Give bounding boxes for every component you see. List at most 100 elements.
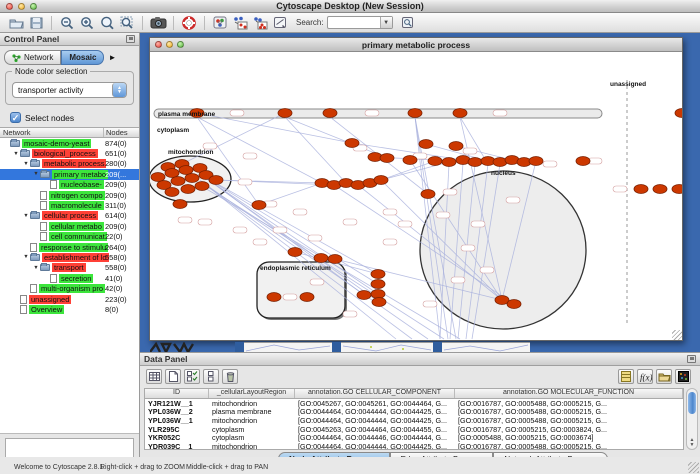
network-node[interactable]: [421, 190, 435, 199]
tree-row[interactable]: ▼transport558(0): [0, 263, 139, 273]
network-node[interactable]: [181, 185, 195, 194]
tree-expander-icon[interactable]: ▼: [22, 254, 30, 260]
select-nodes-checkbox[interactable]: ✓: [10, 112, 21, 123]
annotation-icon[interactable]: [270, 14, 290, 31]
tree-row[interactable]: nucleobase-209(0): [0, 180, 139, 190]
network-node[interactable]: [449, 142, 463, 151]
table-column-header[interactable]: annotation.GO MOLECULAR_FUNCTION: [455, 389, 683, 398]
scrollbar-arrows-icon[interactable]: ▲▼: [687, 438, 697, 448]
network-node[interactable]: [171, 177, 185, 186]
zoom-selected-icon[interactable]: [97, 14, 117, 31]
network-node[interactable]: [408, 109, 422, 118]
tree-expander-icon[interactable]: ▼: [22, 161, 30, 167]
network-edge[interactable]: [205, 177, 378, 274]
network-node[interactable]: [209, 176, 223, 185]
snapshot-camera-icon[interactable]: [148, 14, 168, 31]
network-edge[interactable]: [285, 117, 346, 183]
table-scrollbar-thumb[interactable]: [688, 392, 696, 414]
node-color-dropdown[interactable]: transporter activity ▲▼: [12, 82, 127, 98]
network-node[interactable]: [173, 200, 187, 209]
network-node[interactable]: [442, 158, 456, 167]
network-node[interactable]: [380, 154, 394, 163]
float-data-panel-icon[interactable]: [687, 355, 696, 363]
search-dropdown-arrow-icon[interactable]: ▼: [380, 17, 392, 28]
network-node[interactable]: [328, 255, 342, 264]
network-node[interactable]: [672, 185, 682, 194]
network-edge[interactable]: [285, 117, 387, 158]
network-node[interactable]: [288, 248, 302, 257]
table-row[interactable]: YKR052Ccytoplasm[GO:0044464, GO:0044446,…: [145, 433, 683, 442]
network-node[interactable]: [252, 201, 266, 210]
tree-row[interactable]: ▼primary metabo209(...: [0, 169, 139, 179]
table-row[interactable]: YDR039C__1mitochondrion[GO:0044464, GO:0…: [145, 442, 683, 450]
layout-network-b-icon[interactable]: [250, 14, 270, 31]
network-node[interactable]: [278, 109, 292, 118]
network-node[interactable]: [653, 185, 667, 194]
tree-row[interactable]: multi-organism pro42(0): [0, 283, 139, 293]
search-options-icon[interactable]: [398, 14, 418, 31]
network-node[interactable]: [453, 109, 467, 118]
tree-row[interactable]: ▼biological_process651(0): [0, 148, 139, 158]
tree-column-nodes[interactable]: Nodes: [104, 128, 139, 137]
tree-row[interactable]: mosaic-demo-yeast874(0): [0, 138, 139, 148]
tree-expander-icon[interactable]: ▼: [32, 265, 40, 271]
network-node[interactable]: [576, 157, 590, 166]
network-node[interactable]: [374, 176, 388, 185]
help-lifesaver-icon[interactable]: [179, 14, 199, 31]
function-builder-icon[interactable]: f(x): [637, 369, 653, 384]
zoom-fit-icon[interactable]: [117, 14, 137, 31]
tree-row[interactable]: Overview8(0): [0, 304, 139, 314]
table-column-header[interactable]: ID: [145, 389, 209, 398]
import-attributes-icon[interactable]: [656, 369, 672, 384]
network-view-titlebar[interactable]: primary metabolic process: [150, 38, 682, 52]
network-node[interactable]: [507, 300, 521, 309]
network-node[interactable]: [314, 254, 328, 263]
tree-row[interactable]: macromolecule311(0): [0, 200, 139, 210]
select-all-attributes-icon[interactable]: [184, 369, 200, 384]
new-attribute-icon[interactable]: [165, 369, 181, 384]
attribute-grid-icon[interactable]: [675, 369, 691, 384]
zoom-out-icon[interactable]: [57, 14, 77, 31]
window-resize-grip[interactable]: [688, 462, 699, 473]
layout-network-a-icon[interactable]: [230, 14, 250, 31]
network-node[interactable]: [185, 174, 199, 183]
zoom-in-icon[interactable]: [77, 14, 97, 31]
table-column-header[interactable]: _cellularLayoutRegion: [209, 389, 295, 398]
tree-row[interactable]: unassigned223(0): [0, 294, 139, 304]
tree-row[interactable]: secretion41(0): [0, 273, 139, 283]
table-column-header[interactable]: annotation.GO CELLULAR_COMPONENT: [295, 389, 455, 398]
table-row[interactable]: YPL036W__2plasma membrane[GO:0044464, GO…: [145, 408, 683, 417]
table-scrollbar[interactable]: ▲▼: [686, 388, 698, 450]
network-node[interactable]: [195, 182, 209, 191]
network-node[interactable]: [345, 139, 359, 148]
tree-row[interactable]: cellular metabo209(0): [0, 221, 139, 231]
network-node[interactable]: [419, 140, 433, 149]
network-node[interactable]: [428, 157, 442, 166]
float-panel-icon[interactable]: [126, 35, 135, 43]
attribute-matrix-icon[interactable]: [618, 369, 634, 384]
network-node[interactable]: [468, 158, 482, 167]
open-session-icon[interactable]: [6, 14, 26, 31]
network-node[interactable]: [529, 157, 543, 166]
save-session-icon[interactable]: [26, 14, 46, 31]
tab-mosaic[interactable]: Mosaic: [61, 50, 104, 65]
tree-row[interactable]: ▼cellular process614(0): [0, 211, 139, 221]
tree-row[interactable]: nitrogen compo209(0): [0, 190, 139, 200]
table-row[interactable]: YPL036W__1mitochondrion[GO:0044464, GO:0…: [145, 416, 683, 425]
network-node[interactable]: [165, 188, 179, 197]
network-node[interactable]: [403, 156, 417, 165]
tree-expander-icon[interactable]: ▼: [12, 151, 20, 157]
tree-expander-icon[interactable]: ▼: [22, 213, 30, 219]
tree-expander-icon[interactable]: ▼: [32, 171, 40, 177]
network-edge[interactable]: [182, 113, 285, 164]
view-resize-grip[interactable]: [672, 330, 682, 340]
network-node[interactable]: [675, 109, 682, 118]
search-input[interactable]: ▼: [327, 16, 393, 29]
network-node[interactable]: [371, 270, 385, 279]
network-node[interactable]: [300, 293, 314, 302]
network-canvas[interactable]: plasma membranecytoplasmmitochondrionnuc…: [150, 52, 682, 340]
tab-overflow-arrow-icon[interactable]: ►: [108, 53, 116, 62]
network-node[interactable]: [323, 109, 337, 118]
network-node[interactable]: [371, 280, 385, 289]
tree-row[interactable]: cell communicat22(0): [0, 232, 139, 242]
